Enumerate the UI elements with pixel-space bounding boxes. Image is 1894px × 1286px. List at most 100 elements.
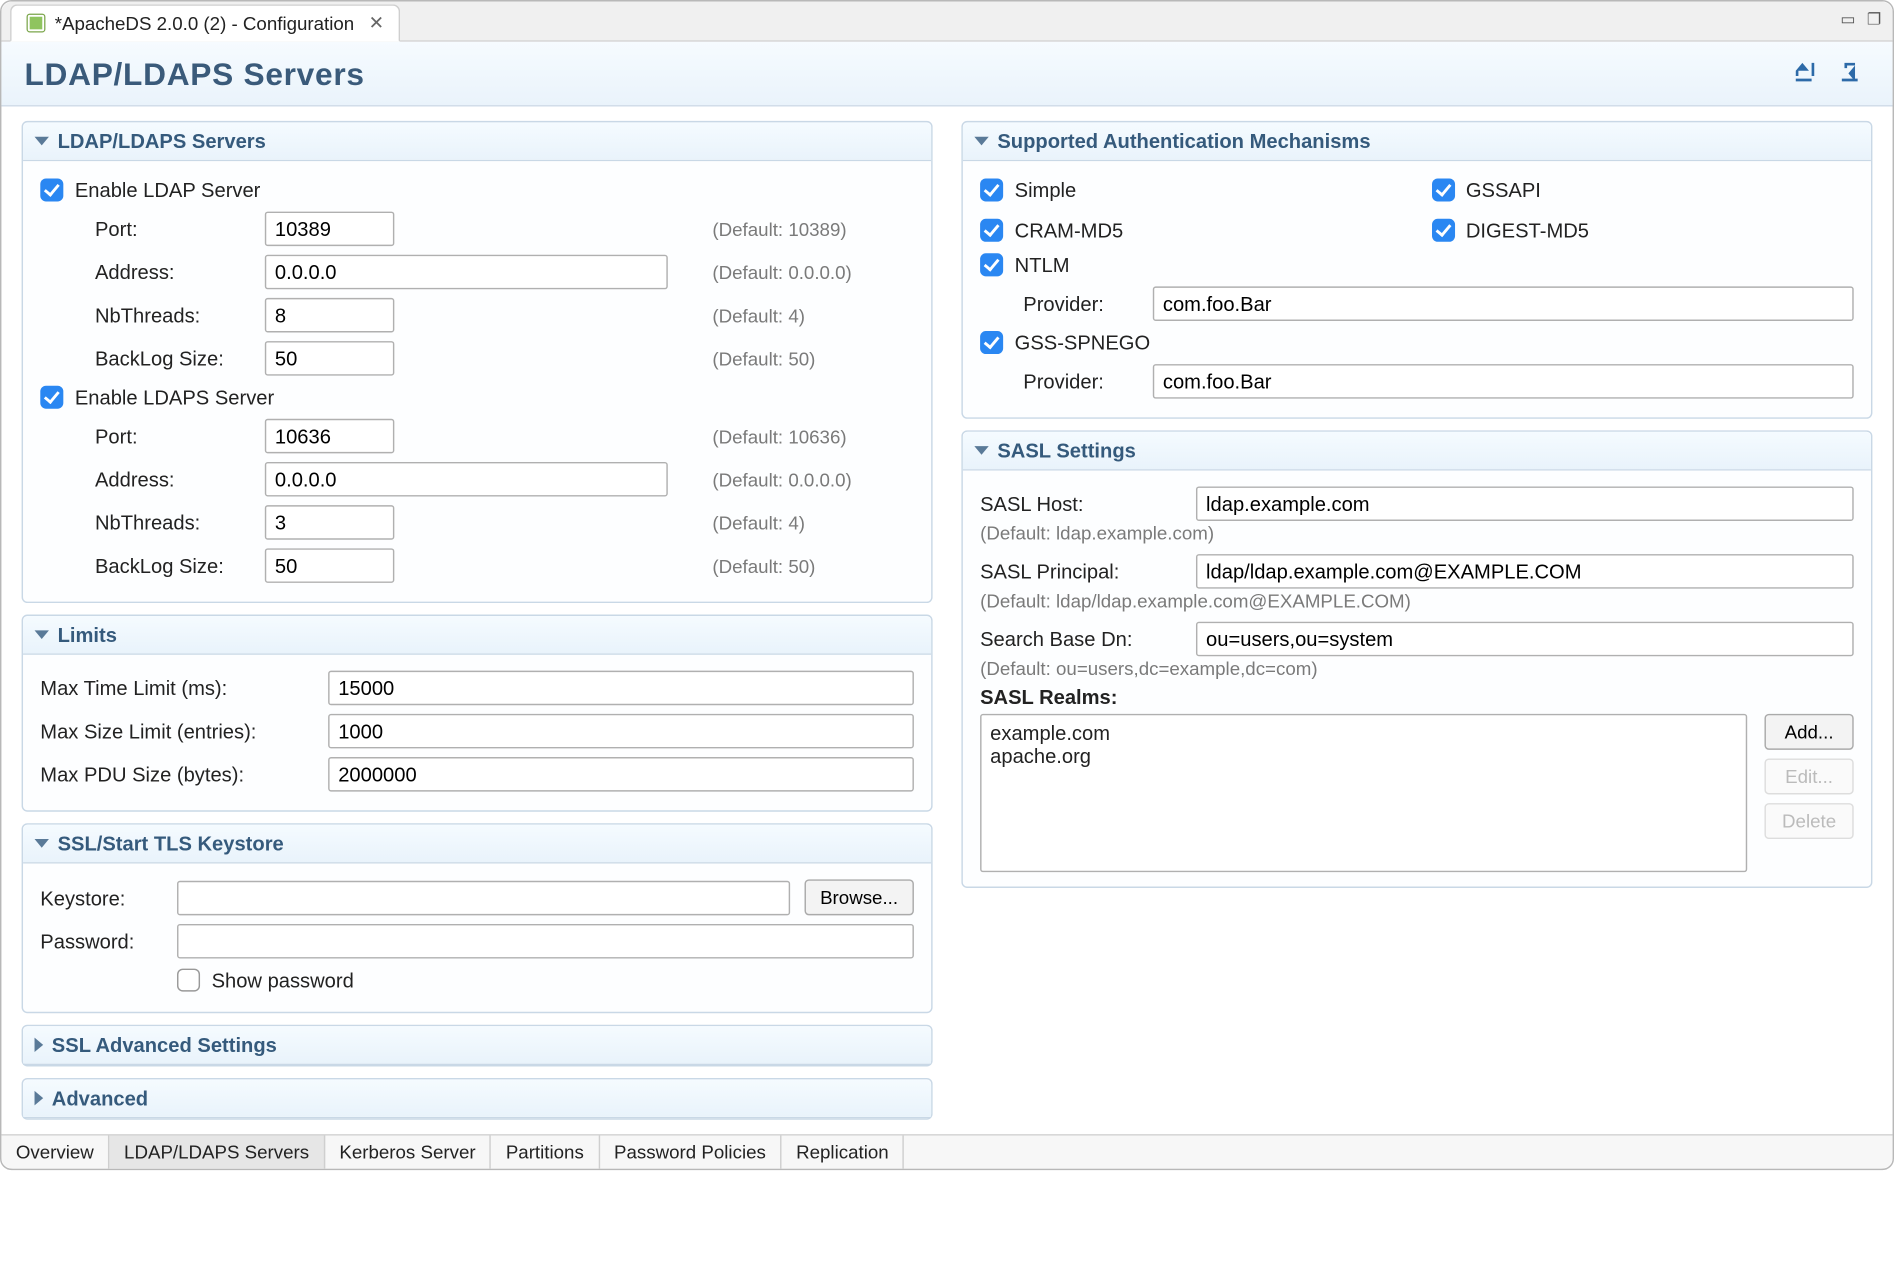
hint-text: (Default: ou=users,dc=example,dc=com)	[980, 658, 1854, 680]
checkbox-icon	[1431, 219, 1454, 242]
edit-button[interactable]: Edit...	[1764, 758, 1853, 794]
section-title: SSL/Start TLS Keystore	[58, 832, 284, 855]
checkbox-icon	[980, 219, 1003, 242]
keystore-label: Keystore:	[40, 886, 162, 909]
enable-ldap-checkbox[interactable]: Enable LDAP Server	[40, 173, 914, 208]
bottom-tab[interactable]: Password Policies	[600, 1136, 782, 1169]
max-pdu-input[interactable]	[328, 757, 914, 792]
enable-ldaps-checkbox[interactable]: Enable LDAPS Server	[40, 380, 914, 415]
keystore-input[interactable]	[177, 880, 790, 915]
section-header[interactable]: SSL Advanced Settings	[23, 1026, 931, 1065]
auth-cram-checkbox[interactable]: CRAM-MD5	[980, 213, 1402, 248]
editor-tab-title: *ApacheDS 2.0.0 (2) - Configuration	[55, 12, 355, 34]
ldaps-port-input[interactable]	[265, 419, 395, 454]
checkbox-label: Enable LDAP Server	[75, 178, 261, 201]
chevron-down-icon	[974, 137, 988, 146]
spnego-provider-input[interactable]	[1153, 364, 1854, 399]
section-header[interactable]: Supported Authentication Mechanisms	[963, 122, 1871, 161]
bottom-tabbar: OverviewLDAP/LDAPS ServersKerberos Serve…	[1, 1134, 1892, 1169]
section-auth-mechanisms: Supported Authentication Mechanisms Simp…	[961, 121, 1872, 419]
checkbox-icon	[980, 253, 1003, 276]
ldaps-address-label: Address:	[95, 468, 250, 491]
section-header[interactable]: SASL Settings	[963, 432, 1871, 471]
chevron-right-icon	[35, 1038, 44, 1052]
section-title: Supported Authentication Mechanisms	[997, 130, 1370, 153]
section-header[interactable]: LDAP/LDAPS Servers	[23, 122, 931, 161]
ntlm-provider-input[interactable]	[1153, 286, 1854, 321]
ldaps-nbthreads-input[interactable]	[265, 505, 395, 540]
chevron-down-icon	[35, 137, 49, 146]
ldap-port-input[interactable]	[265, 212, 395, 247]
checkbox-icon	[40, 386, 63, 409]
hint-text: (Default: 4)	[712, 512, 913, 534]
auth-spnego-checkbox[interactable]: GSS-SPNEGO	[980, 325, 1854, 360]
checkbox-label: Show password	[212, 969, 354, 992]
page-title: LDAP/LDAPS Servers	[24, 56, 364, 93]
bottom-tab[interactable]: Kerberos Server	[325, 1136, 491, 1169]
hint-text: (Default: 50)	[712, 348, 913, 370]
section-ldap-servers: LDAP/LDAPS Servers Enable LDAP Server Po…	[22, 121, 933, 603]
sasl-principal-input[interactable]	[1196, 554, 1854, 589]
max-time-input[interactable]	[328, 671, 914, 706]
password-label: Password:	[40, 930, 162, 953]
sasl-realms-list[interactable]: example.comapache.org	[980, 714, 1747, 872]
bottom-tab[interactable]: Replication	[782, 1136, 905, 1169]
list-item[interactable]: apache.org	[990, 744, 1737, 767]
editor-tab[interactable]: *ApacheDS 2.0.0 (2) - Configuration ✕	[10, 4, 400, 41]
ldaps-backlog-input[interactable]	[265, 548, 395, 583]
section-header[interactable]: SSL/Start TLS Keystore	[23, 825, 931, 864]
ldap-port-label: Port:	[95, 217, 250, 240]
ldap-backlog-input[interactable]	[265, 341, 395, 376]
hint-text: (Default: 10389)	[712, 218, 913, 240]
form-header: LDAP/LDAPS Servers	[1, 42, 1892, 107]
hint-text: (Default: ldap/ldap.example.com@EXAMPLE.…	[980, 590, 1854, 612]
hint-text: (Default: 10636)	[712, 425, 913, 447]
password-input[interactable]	[177, 924, 914, 959]
server-config-icon	[26, 13, 46, 33]
checkbox-label: Enable LDAPS Server	[75, 386, 274, 409]
auth-gssapi-checkbox[interactable]: GSSAPI	[1431, 173, 1853, 208]
max-size-input[interactable]	[328, 714, 914, 749]
section-title: LDAP/LDAPS Servers	[58, 130, 266, 153]
import-icon[interactable]	[1792, 57, 1824, 93]
ldap-address-input[interactable]	[265, 255, 668, 290]
show-password-checkbox[interactable]	[177, 969, 200, 992]
minimize-icon[interactable]: ▭	[1840, 10, 1855, 29]
checkbox-label: GSSAPI	[1466, 178, 1541, 201]
close-icon[interactable]: ✕	[369, 12, 385, 35]
export-icon[interactable]	[1838, 57, 1870, 93]
auth-digest-checkbox[interactable]: DIGEST-MD5	[1431, 213, 1853, 248]
checkbox-label: GSS-SPNEGO	[1015, 331, 1150, 354]
checkbox-icon	[980, 331, 1003, 354]
bottom-tab[interactable]: Overview	[1, 1136, 109, 1169]
section-advanced: Advanced	[22, 1078, 933, 1120]
hint-text: (Default: 0.0.0.0)	[712, 261, 913, 283]
checkbox-label: CRAM-MD5	[1015, 219, 1124, 242]
sasl-base-input[interactable]	[1196, 622, 1854, 657]
delete-button[interactable]: Delete	[1764, 803, 1853, 839]
list-item[interactable]: example.com	[990, 721, 1737, 744]
hint-text: (Default: ldap.example.com)	[980, 522, 1854, 544]
ldaps-nbthreads-label: NbThreads:	[95, 511, 250, 534]
sasl-base-label: Search Base Dn:	[980, 627, 1181, 650]
browse-button[interactable]: Browse...	[804, 879, 914, 915]
maximize-icon[interactable]: ❐	[1867, 10, 1881, 29]
checkbox-label: Simple	[1015, 178, 1077, 201]
sasl-host-input[interactable]	[1196, 486, 1854, 521]
ldaps-address-input[interactable]	[265, 462, 668, 497]
add-button[interactable]: Add...	[1764, 714, 1853, 750]
auth-ntlm-checkbox[interactable]: NTLM	[980, 248, 1854, 283]
section-header[interactable]: Limits	[23, 616, 931, 655]
section-sasl-settings: SASL Settings SASL Host: (Default: ldap.…	[961, 430, 1872, 888]
hint-text: (Default: 0.0.0.0)	[712, 468, 913, 490]
ldap-nbthreads-input[interactable]	[265, 298, 395, 333]
bottom-tab[interactable]: Partitions	[491, 1136, 599, 1169]
auth-simple-checkbox[interactable]: Simple	[980, 173, 1402, 208]
section-keystore: SSL/Start TLS Keystore Keystore: Browse.…	[22, 823, 933, 1013]
bottom-tab[interactable]: LDAP/LDAPS Servers	[110, 1136, 325, 1169]
chevron-down-icon	[35, 839, 49, 848]
checkbox-label: NTLM	[1015, 253, 1070, 276]
section-ssl-advanced: SSL Advanced Settings	[22, 1025, 933, 1067]
sasl-principal-label: SASL Principal:	[980, 560, 1181, 583]
section-header[interactable]: Advanced	[23, 1079, 931, 1118]
